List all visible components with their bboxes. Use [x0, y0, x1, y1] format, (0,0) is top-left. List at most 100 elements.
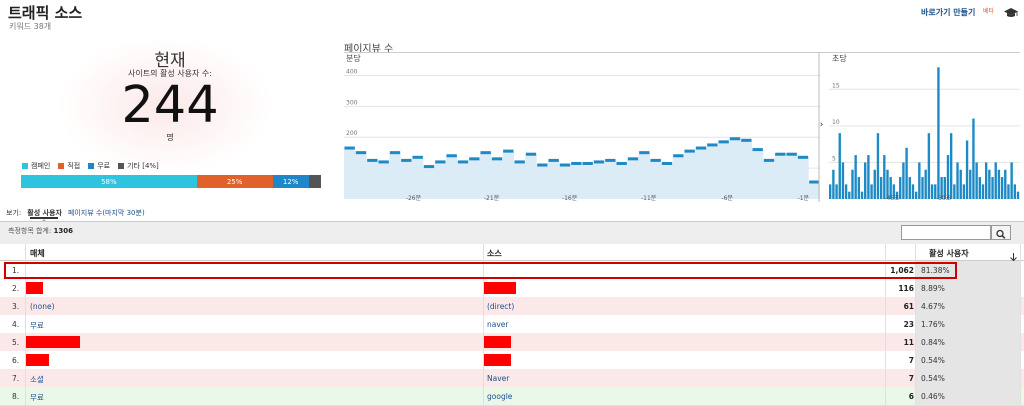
per-minute-mark [741, 138, 752, 142]
active-users-cell: 116 [898, 284, 914, 293]
legend-item: 무료 [88, 161, 110, 171]
per-minute-mark [684, 149, 695, 153]
medium-cell[interactable]: 무료 [30, 392, 44, 403]
per-second-bar [835, 184, 838, 199]
per-minute-mark [525, 152, 537, 156]
row-number: 6. [12, 356, 20, 365]
per-minute-mark [503, 149, 514, 153]
per-second-bar [924, 169, 927, 199]
per-second-bar [870, 184, 873, 199]
row-number: 5. [12, 338, 20, 347]
y-tick-label: 10 [832, 119, 840, 126]
table-row[interactable]: 5. 11 0.84% [0, 333, 1024, 352]
per-minute-mark [605, 158, 616, 162]
per-minute-mark [457, 160, 469, 164]
table-row[interactable]: 2. 116 8.89% [0, 279, 1024, 298]
per-minute-mark [639, 151, 650, 155]
redaction-block [484, 354, 511, 366]
col-medium[interactable]: 매체 [30, 248, 45, 259]
per-minute-area [344, 138, 820, 199]
redaction-block [484, 282, 516, 294]
col-source[interactable]: 소스 [487, 248, 502, 259]
per-second-bar [975, 162, 978, 199]
table-row[interactable]: 6. 7 0.54% [0, 351, 1024, 370]
source-cell[interactable]: Naver [487, 374, 509, 383]
medium-cell[interactable]: 무료 [30, 320, 44, 331]
source-cell[interactable]: (direct) [487, 302, 514, 311]
x-tick-label: -11분 [641, 195, 657, 202]
col-active-users[interactable]: 활성 사용자 [929, 248, 969, 259]
redaction-block [484, 336, 511, 348]
source-cell[interactable]: naver [487, 320, 509, 329]
per-second-bar [838, 133, 841, 199]
x-tick-label: -45초 [884, 195, 900, 202]
per-second-bar [965, 140, 969, 199]
table-row[interactable]: 7. 소셜 Naver 7 0.54% [0, 369, 1024, 388]
per-minute-mark [559, 163, 571, 167]
per-minute-mark [797, 155, 809, 159]
legend-item: 직접 [58, 161, 80, 171]
row-number: 2. [12, 284, 20, 293]
per-minute-mark [650, 158, 661, 162]
percent-cell: 0.84% [921, 338, 945, 347]
totals-label: 측정항목 합계: 1306 [8, 227, 73, 235]
redaction-block [26, 354, 49, 366]
y-tick-label: 300 [346, 99, 358, 106]
table-row[interactable]: 3. (none) (direct) 61 4.67% [0, 297, 1024, 316]
legend-swatch [22, 163, 28, 169]
active-users-cell: 7 [908, 356, 914, 365]
create-shortcut-link[interactable]: 바로가기 만들기 [921, 7, 975, 18]
tab-active-users[interactable]: 활성 사용자 [27, 209, 62, 217]
per-minute-mark [593, 160, 605, 164]
per-second-bar [927, 133, 931, 199]
per-second-bar [972, 118, 975, 199]
table-row[interactable]: 8. 무료 google 6 0.46% [0, 387, 1024, 406]
per-second-bar [905, 147, 908, 199]
medium-cell[interactable]: (none) [30, 302, 55, 311]
table-search-input[interactable] [901, 225, 991, 240]
per-minute-mark [491, 157, 503, 161]
traffic-legend: 캠페인 직접 무료 기타 [4%] [22, 161, 159, 171]
per-second-bar [848, 191, 851, 199]
per-second-bar [953, 184, 956, 199]
per-minute-mark [775, 152, 786, 156]
chevron-right-icon[interactable]: › [817, 120, 826, 134]
legend-item: 캠페인 [22, 161, 50, 171]
legend-label: 기타 [4%] [127, 162, 159, 170]
legend-swatch [58, 163, 65, 169]
per-minute-mark [435, 160, 446, 164]
graduation-cap-icon[interactable] [1004, 4, 1018, 23]
per-minute-mark [446, 154, 457, 158]
totals-bar [0, 221, 1024, 245]
tab-pageviews[interactable]: 페이지뷰 수(마지막 30분) [68, 209, 145, 217]
per-second-bar [949, 133, 953, 199]
magnifier-icon[interactable] [991, 225, 1011, 240]
view-label: 보기: [6, 209, 22, 217]
share-segment: 58% [21, 175, 197, 188]
per-second-bar [959, 169, 962, 199]
per-minute-mark [537, 163, 548, 167]
source-cell[interactable]: google [487, 392, 512, 401]
medium-cell[interactable]: 소셜 [30, 374, 44, 385]
table-row[interactable]: 4. 무료 naver 23 1.76% [0, 315, 1024, 334]
per-minute-mark [616, 161, 627, 165]
row-number: 4. [12, 320, 20, 329]
percent-cell: 0.46% [921, 392, 945, 401]
row-number: 7. [12, 374, 20, 383]
y-tick-label: 15 [832, 82, 840, 89]
active-users-cell: 6 [908, 392, 914, 401]
legend-label: 직접 [67, 162, 81, 170]
per-second-bar [860, 191, 864, 199]
totals-value: 1306 [53, 227, 73, 235]
per-second-bar [911, 184, 915, 199]
y-tick-label: 400 [346, 68, 358, 75]
redaction-block [26, 282, 43, 294]
active-users-cell: 23 [903, 320, 914, 329]
share-segment: 25% [196, 175, 273, 188]
per-second-bar [879, 177, 883, 199]
per-second-bar [832, 169, 835, 199]
per-second-bar [857, 177, 861, 199]
per-minute-mark [514, 160, 525, 164]
page-title: 트래픽 소스 [8, 4, 83, 22]
per-minute-mark [401, 158, 412, 162]
